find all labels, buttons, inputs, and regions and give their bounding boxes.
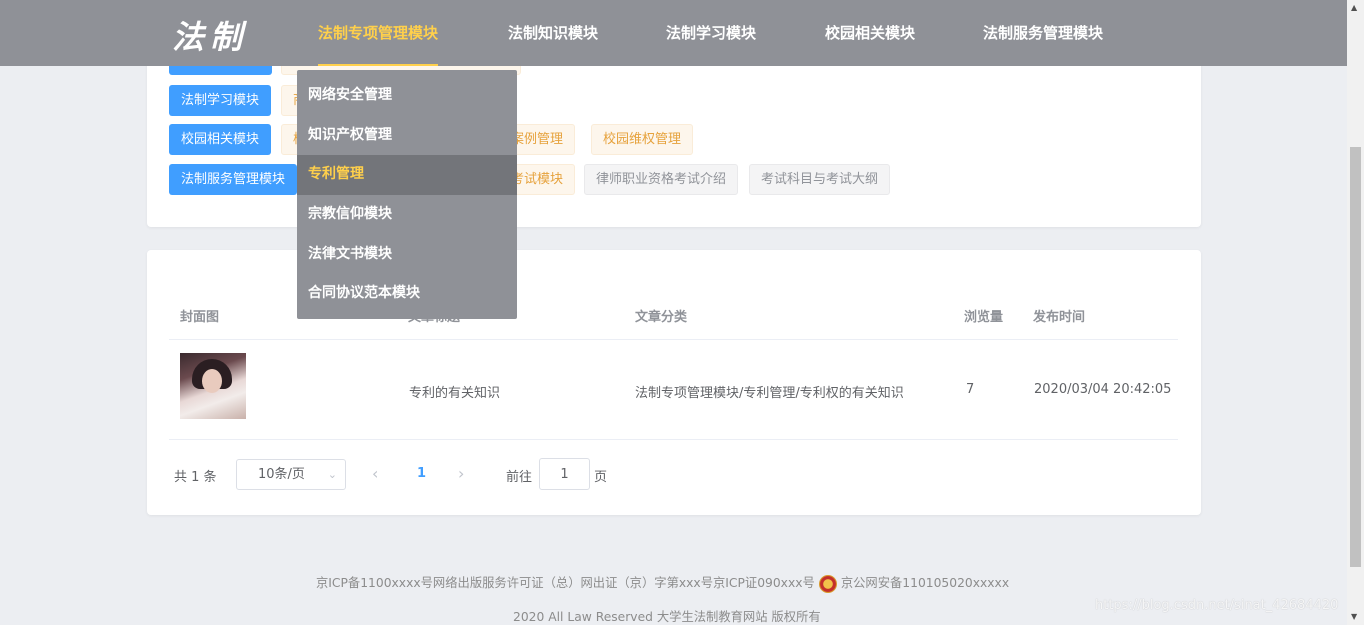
cell-title[interactable]: 专利的有关知识: [409, 382, 500, 401]
cover-face: [202, 369, 222, 393]
page-number-current[interactable]: 1: [417, 466, 426, 481]
column-header-cover: 封面图: [180, 310, 220, 325]
page-size-value: 10条/页: [258, 467, 305, 482]
scroll-down-arrow-icon[interactable]: ▼: [1351, 612, 1357, 621]
cell-published: 2020/03/04 20:42:05: [1034, 382, 1172, 397]
header-divider: [169, 339, 1178, 340]
goto-label: 前往: [506, 470, 533, 485]
cell-views: 7: [966, 382, 975, 397]
nav-dropdown-menu: 网络安全管理 知识产权管理 专利管理 宗教信仰模块 法律文书模块 合同协议范本模…: [297, 70, 517, 319]
module-tag-campus-rights[interactable]: 校园维权管理: [591, 124, 694, 155]
cover-image[interactable]: [180, 353, 246, 419]
dropdown-item-religion[interactable]: 宗教信仰模块: [297, 195, 517, 235]
module-tag-service-lawyer[interactable]: 律师职业资格考试介绍: [584, 164, 739, 195]
goto-page-input[interactable]: [539, 458, 590, 490]
cell-category: 法制专项管理模块/专利管理/专利权的有关知识: [635, 386, 904, 401]
module-button-service[interactable]: 法制服务管理模块: [169, 164, 298, 195]
module-button-study[interactable]: 法制学习模块: [169, 85, 272, 116]
column-header-category: 文章分类: [635, 310, 688, 325]
nav-item-study[interactable]: 法制学习模块: [666, 0, 756, 66]
nav-item-special-management[interactable]: 法制专项管理模块: [318, 0, 439, 66]
row-divider: [169, 439, 1178, 440]
scroll-up-arrow-icon[interactable]: ▲: [1351, 3, 1357, 12]
footer-copyright: 2020 All Law Reserved 大学生法制教育网站 版权所有: [513, 610, 821, 624]
nav-item-knowledge[interactable]: 法制知识模块: [508, 0, 598, 66]
goto-page-suffix: 页: [594, 470, 608, 485]
footer-license: 京ICP备1100xxxx号网络出版服务许可证（总）网出证（京）字第xxx号京I…: [316, 573, 1009, 593]
top-nav: 法制 法制专项管理模块 法制知识模块 法制学习模块 校园相关模块 法制服务管理模…: [0, 0, 1364, 66]
scrollbar-thumb[interactable]: [1350, 147, 1361, 567]
dropdown-item-contract-templates[interactable]: 合同协议范本模块: [297, 274, 517, 314]
dropdown-item-intellectual-property[interactable]: 知识产权管理: [297, 116, 517, 156]
police-badge-icon: [818, 574, 837, 593]
pagination-total: 共 1 条: [174, 470, 217, 485]
chevron-down-icon: ⌄: [327, 468, 337, 481]
nav-item-service-management[interactable]: 法制服务管理模块: [983, 0, 1103, 66]
prev-page-icon[interactable]: ‹: [372, 464, 378, 483]
column-header-published: 发布时间: [1033, 310, 1086, 325]
dropdown-item-network-security[interactable]: 网络安全管理: [297, 76, 517, 116]
module-tag-service-subjects[interactable]: 考试科目与考试大纲: [749, 164, 891, 195]
column-header-views: 浏览量: [964, 310, 1004, 325]
nav-item-campus[interactable]: 校园相关模块: [825, 0, 915, 66]
footer-police-record: 京公网安备110105020xxxxx: [840, 576, 1010, 590]
page-size-select[interactable]: 10条/页 ⌄: [236, 459, 346, 490]
next-page-icon[interactable]: ›: [458, 464, 464, 483]
module-button-campus[interactable]: 校园相关模块: [169, 124, 272, 155]
dropdown-item-legal-documents[interactable]: 法律文书模块: [297, 235, 517, 275]
dropdown-item-patent[interactable]: 专利管理: [297, 155, 517, 196]
footer-icp-text: 京ICP备1100xxxx号网络出版服务许可证（总）网出证（京）字第xxx号京I…: [316, 576, 815, 590]
watermark-url: https://blog.csdn.net/sinat_42684420: [1095, 598, 1339, 613]
site-logo[interactable]: 法制: [172, 12, 248, 58]
